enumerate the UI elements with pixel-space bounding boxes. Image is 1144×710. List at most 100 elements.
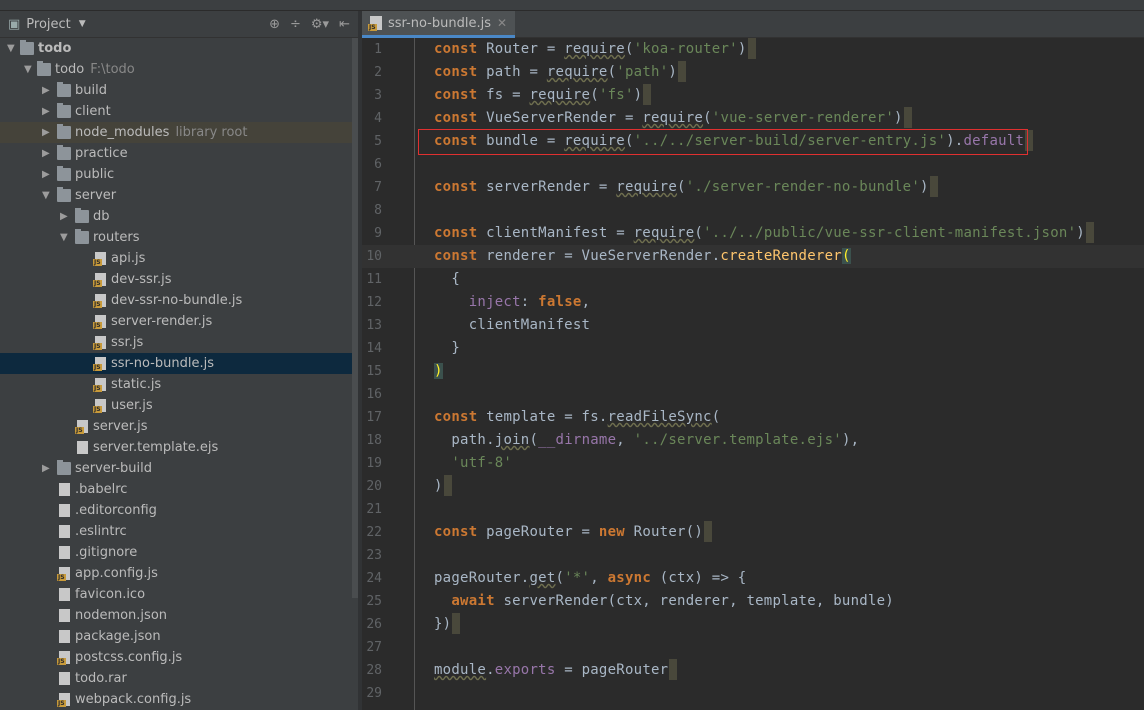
collapsed-arrow-icon[interactable]: ▶ [60, 206, 72, 227]
code-token: __dirname [538, 432, 617, 448]
line-number: 6 [374, 157, 382, 172]
tree-item[interactable]: ▶ server-build [0, 458, 358, 479]
collapsed-arrow-icon[interactable]: ▶ [42, 143, 54, 164]
tree-item[interactable]: JS postcss.config.js [0, 647, 358, 668]
code-text: { [434, 268, 460, 291]
tree-item-label: todo.rar [75, 671, 127, 686]
code-line: 24 pageRouter.get('*', async (ctx) => { [362, 567, 1144, 590]
code-text: ) [434, 360, 443, 383]
gear-icon[interactable]: ⚙▾ [311, 17, 329, 32]
tree-item[interactable]: server.template.ejs [0, 437, 358, 458]
code-text: module.exports = pageRouter [434, 659, 678, 682]
collapse-all-icon[interactable]: ÷ [290, 17, 301, 32]
line-number: 10 [366, 249, 382, 264]
code-token: const [434, 248, 478, 264]
tree-item[interactable]: JS dev-ssr-no-bundle.js [0, 290, 358, 311]
tree-item[interactable]: JS ssr.js [0, 332, 358, 353]
tree-item[interactable]: ▶ public [0, 164, 358, 185]
tree-item[interactable]: todo.rar [0, 668, 358, 689]
tree-item[interactable]: ▶ build [0, 80, 358, 101]
code-line: 22 const pageRouter = new Router() [362, 521, 1144, 544]
code-line: 7 const serverRender = require('./server-… [362, 176, 1144, 199]
collapsed-arrow-icon[interactable]: ▶ [42, 164, 54, 185]
tree-item[interactable]: ▼ todo F:\todo [0, 59, 358, 80]
file-icon [59, 504, 70, 517]
code-token: : [520, 294, 539, 310]
code-text: 'utf-8' [434, 452, 512, 475]
tree-item[interactable]: ▶ client [0, 101, 358, 122]
expanded-arrow-icon[interactable]: ▼ [60, 227, 72, 248]
tree-item[interactable]: JS server.js [0, 416, 358, 437]
code-token: './server-render-no-bundle' [685, 179, 921, 195]
tree-item[interactable]: ▼ routers [0, 227, 358, 248]
code-token: inject [468, 294, 521, 310]
js-file-icon: JS [93, 399, 106, 413]
code-token: const [434, 179, 478, 195]
tree-item[interactable]: .babelrc [0, 479, 358, 500]
chevron-down-icon[interactable]: ▼ [79, 19, 86, 29]
tree-item[interactable]: JS user.js [0, 395, 358, 416]
code-token: 'fs' [598, 87, 634, 103]
collapsed-arrow-icon[interactable]: ▶ [42, 458, 54, 479]
code-token: = pageRouter [555, 662, 669, 678]
code-line: 8 [362, 199, 1144, 222]
tree-item[interactable]: favicon.ico [0, 584, 358, 605]
eol-marker [1085, 222, 1094, 243]
line-number: 17 [366, 410, 382, 425]
js-file-icon: JS [57, 651, 70, 665]
tree-item-label: todo [38, 41, 72, 56]
js-file-icon: JS [93, 357, 106, 371]
folder-icon [57, 82, 71, 97]
code-line: 25 await serverRender(ctx, renderer, tem… [362, 590, 1144, 613]
tree-item-label: practice [75, 146, 128, 161]
code-token: async [607, 570, 652, 586]
js-file-icon: JS [368, 16, 382, 31]
tab-ssr-no-bundle[interactable]: JS ssr-no-bundle.js ✕ [362, 11, 516, 38]
tree-item[interactable]: package.json [0, 626, 358, 647]
expanded-arrow-icon[interactable]: ▼ [7, 38, 19, 59]
project-panel: ▣ Project ▼ ⊕ ÷ ⚙▾ ⇤ ▼ todo ▼ todo F:\todo ▶ b… [0, 11, 358, 710]
tree-item[interactable]: ▶ db [0, 206, 358, 227]
tree-item-label: ssr-no-bundle.js [111, 356, 214, 371]
hide-icon[interactable]: ⇤ [339, 17, 350, 32]
code-token: pageRouter = [477, 524, 599, 540]
code-token: clientManifest = [477, 225, 634, 241]
tree-item[interactable]: ▼ server [0, 185, 358, 206]
expanded-arrow-icon[interactable]: ▼ [24, 59, 36, 80]
code-text: clientManifest [434, 314, 590, 337]
code-line: 13 clientManifest [362, 314, 1144, 337]
tree-item[interactable]: .gitignore [0, 542, 358, 563]
project-view-selector[interactable]: Project [26, 17, 70, 32]
tree-item[interactable]: JS app.config.js [0, 563, 358, 584]
tree-item[interactable]: .eslintrc [0, 521, 358, 542]
js-file-icon: JS [93, 294, 106, 308]
collapsed-arrow-icon[interactable]: ▶ [42, 122, 54, 143]
eol-marker [452, 613, 461, 634]
tree-item[interactable]: ▶ node_modules library root [0, 122, 358, 143]
tree-item[interactable]: JS ssr-no-bundle.js [0, 353, 358, 374]
collapsed-arrow-icon[interactable]: ▶ [42, 80, 54, 101]
close-icon[interactable]: ✕ [497, 16, 507, 30]
code-line: 28 module.exports = pageRouter [362, 659, 1144, 682]
tree-item-label: node_modules [75, 125, 170, 140]
folder-icon [57, 124, 71, 139]
tree-item[interactable]: ▼ todo [0, 38, 358, 59]
tree-item[interactable]: JS server-render.js [0, 311, 358, 332]
tree-item[interactable]: JS static.js [0, 374, 358, 395]
code-text: const VueServerRender = require('vue-ser… [434, 107, 912, 130]
collapsed-arrow-icon[interactable]: ▶ [42, 101, 54, 122]
tree-item[interactable]: JS dev-ssr.js [0, 269, 358, 290]
tree-item[interactable]: JS webpack.config.js [0, 689, 358, 710]
code-text: }) [434, 613, 461, 636]
line-number: 11 [366, 272, 382, 287]
tab-label: ssr-no-bundle.js [388, 15, 491, 31]
expanded-arrow-icon[interactable]: ▼ [42, 185, 54, 206]
locate-icon[interactable]: ⊕ [269, 17, 280, 32]
tree-item[interactable]: .editorconfig [0, 500, 358, 521]
tree-item-label: build [75, 83, 107, 98]
code-token: 'vue-server-renderer' [711, 110, 895, 126]
tree-item[interactable]: JS api.js [0, 248, 358, 269]
tree-item[interactable]: nodemon.json [0, 605, 358, 626]
tree-item[interactable]: ▶ practice [0, 143, 358, 164]
